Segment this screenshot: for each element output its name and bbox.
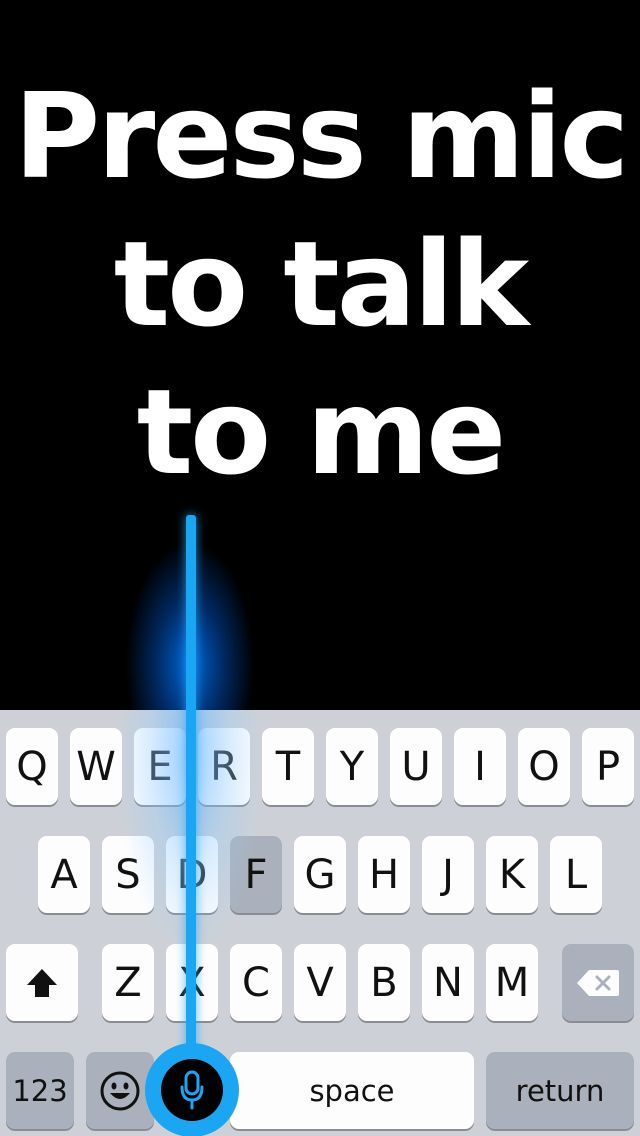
keyboard: Q W E R T Y U I O P A S D F G H J K L Z … — [0, 710, 640, 1136]
key-c[interactable]: C — [230, 944, 282, 1021]
key-b[interactable]: B — [358, 944, 410, 1021]
key-q[interactable]: Q — [6, 728, 58, 805]
key-w[interactable]: W — [70, 728, 122, 805]
key-h[interactable]: H — [358, 836, 410, 913]
numbers-key[interactable]: 123 — [6, 1052, 74, 1129]
key-i[interactable]: I — [454, 728, 506, 805]
key-f[interactable]: F — [230, 836, 282, 913]
key-z[interactable]: Z — [102, 944, 154, 1021]
mic-beam — [186, 515, 196, 1055]
microphone-button-inner — [161, 1059, 223, 1121]
headline-line-2: to talk — [113, 215, 530, 353]
key-o[interactable]: O — [518, 728, 570, 805]
shift-arrow-icon — [27, 968, 57, 997]
shift-key[interactable] — [6, 944, 78, 1021]
key-n[interactable]: N — [422, 944, 474, 1021]
key-y[interactable]: Y — [326, 728, 378, 805]
key-t[interactable]: T — [262, 728, 314, 805]
headline-line-3: to me — [136, 363, 507, 501]
key-e[interactable]: E — [134, 728, 186, 805]
key-r[interactable]: R — [198, 728, 250, 805]
instruction-headline: Press mic to talk to me — [0, 62, 640, 506]
emoji-face-icon — [100, 1071, 140, 1110]
space-key[interactable]: space — [230, 1052, 474, 1129]
key-s[interactable]: S — [102, 836, 154, 913]
key-g[interactable]: G — [294, 836, 346, 913]
key-u[interactable]: U — [390, 728, 442, 805]
key-j[interactable]: J — [422, 836, 474, 913]
delete-key[interactable] — [562, 944, 634, 1021]
key-l[interactable]: L — [550, 836, 602, 913]
headline-line-1: Press mic — [13, 67, 630, 205]
return-key[interactable]: return — [486, 1052, 634, 1129]
key-a[interactable]: A — [38, 836, 90, 913]
key-m[interactable]: M — [486, 944, 538, 1021]
key-v[interactable]: V — [294, 944, 346, 1021]
key-k[interactable]: K — [486, 836, 538, 913]
microphone-icon — [180, 1070, 204, 1110]
delete-backspace-icon — [577, 969, 619, 996]
microphone-button[interactable] — [145, 1043, 239, 1136]
emoji-key[interactable] — [86, 1052, 154, 1129]
key-p[interactable]: P — [582, 728, 634, 805]
